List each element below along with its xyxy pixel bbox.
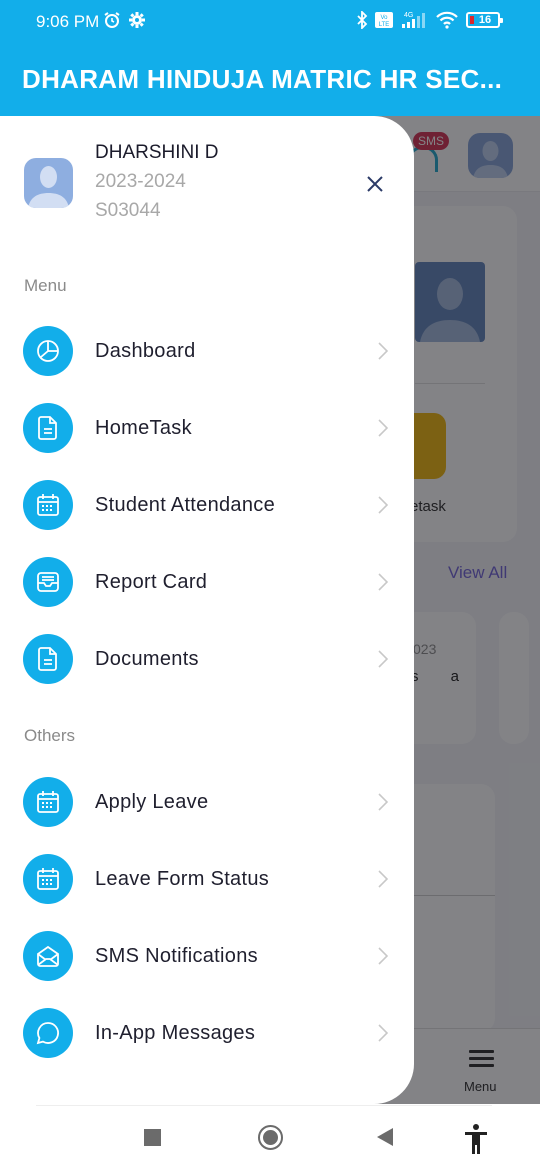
wifi-icon [436, 11, 458, 29]
chevron-right-icon [378, 495, 392, 515]
calendar-icon [23, 854, 73, 904]
menu-item-documents[interactable]: Documents [0, 628, 414, 690]
profile-name: DHARSHINI D [95, 142, 219, 163]
navigation-drawer: DHARSHINI D 2023-2024 S03044 Menu Dashbo… [0, 116, 414, 1104]
chat-bubble-icon [23, 1008, 73, 1058]
menu-item-dashboard[interactable]: Dashboard [0, 320, 414, 382]
nav-divider [36, 1105, 492, 1106]
menu-item-student-attendance[interactable]: Student Attendance [0, 474, 414, 536]
battery-icon: 16 [466, 12, 503, 28]
chevron-right-icon [378, 649, 392, 669]
bluetooth-icon [357, 11, 368, 29]
menu-item-in-app-messages[interactable]: In-App Messages [0, 1002, 414, 1064]
signal-icon: 4G [402, 12, 425, 28]
user-silhouette-icon [28, 166, 69, 208]
chevron-right-icon [378, 869, 392, 889]
svg-text:4G: 4G [404, 12, 413, 19]
status-time: 9:06 PM [36, 12, 100, 31]
menu-item-label: Student Attendance [95, 493, 275, 516]
app-title: DHARAM HINDUJA MATRIC HR SEC... [22, 64, 503, 94]
menu-item-hometask[interactable]: HomeTask [0, 397, 414, 459]
menu-item-label: HomeTask [95, 416, 192, 439]
calendar-icon [23, 777, 73, 827]
profile-academic-year: 2023-2024 [95, 171, 186, 192]
document-icon [23, 634, 73, 684]
close-icon [367, 176, 383, 192]
menu-item-sms-notifications[interactable]: SMS Notifications [0, 925, 414, 987]
envelope-open-icon [23, 931, 73, 981]
svg-text:Vo: Vo [380, 15, 388, 21]
calendar-icon [23, 480, 73, 530]
settings-gear-icon [129, 12, 145, 28]
inbox-tray-icon [23, 557, 73, 607]
menu-item-label: SMS Notifications [95, 944, 258, 967]
menu-item-report-card[interactable]: Report Card [0, 551, 414, 613]
chevron-right-icon [378, 418, 392, 438]
menu-item-label: Leave Form Status [95, 867, 270, 890]
menu-item-label: In-App Messages [95, 1021, 256, 1044]
pie-chart-icon [23, 326, 73, 376]
profile-student-id: S03044 [95, 200, 161, 221]
svg-text:LTE: LTE [379, 22, 390, 28]
close-drawer-button[interactable] [362, 171, 388, 197]
menu-item-label: Apply Leave [95, 790, 209, 813]
accessibility-icon[interactable] [464, 1124, 488, 1154]
chevron-right-icon [378, 572, 392, 592]
volte-icon: VoLTE [375, 12, 393, 28]
home-button[interactable] [258, 1125, 283, 1150]
menu-item-label: Documents [95, 647, 199, 670]
menu-item-apply-leave[interactable]: Apply Leave [0, 771, 414, 833]
profile-avatar [24, 158, 73, 208]
menu-item-label: Report Card [95, 570, 208, 593]
chevron-right-icon [378, 946, 392, 966]
app-bar: DHARAM HINDUJA MATRIC HR SEC... [0, 42, 540, 116]
section-label-menu: Menu [24, 276, 67, 295]
menu-item-label: Dashboard [95, 339, 196, 362]
battery-level: 16 [478, 14, 492, 26]
document-icon [23, 403, 73, 453]
section-label-others: Others [24, 726, 76, 745]
chevron-right-icon [378, 792, 392, 812]
recents-button[interactable] [144, 1129, 161, 1146]
alarm-icon [104, 12, 120, 28]
menu-item-leave-form-status[interactable]: Leave Form Status [0, 848, 414, 910]
status-bar: 9:06 PM Vo LTE 4G 16 [0, 0, 540, 42]
back-button[interactable] [377, 1128, 393, 1146]
chevron-right-icon [378, 1023, 392, 1043]
chevron-right-icon [378, 341, 392, 361]
